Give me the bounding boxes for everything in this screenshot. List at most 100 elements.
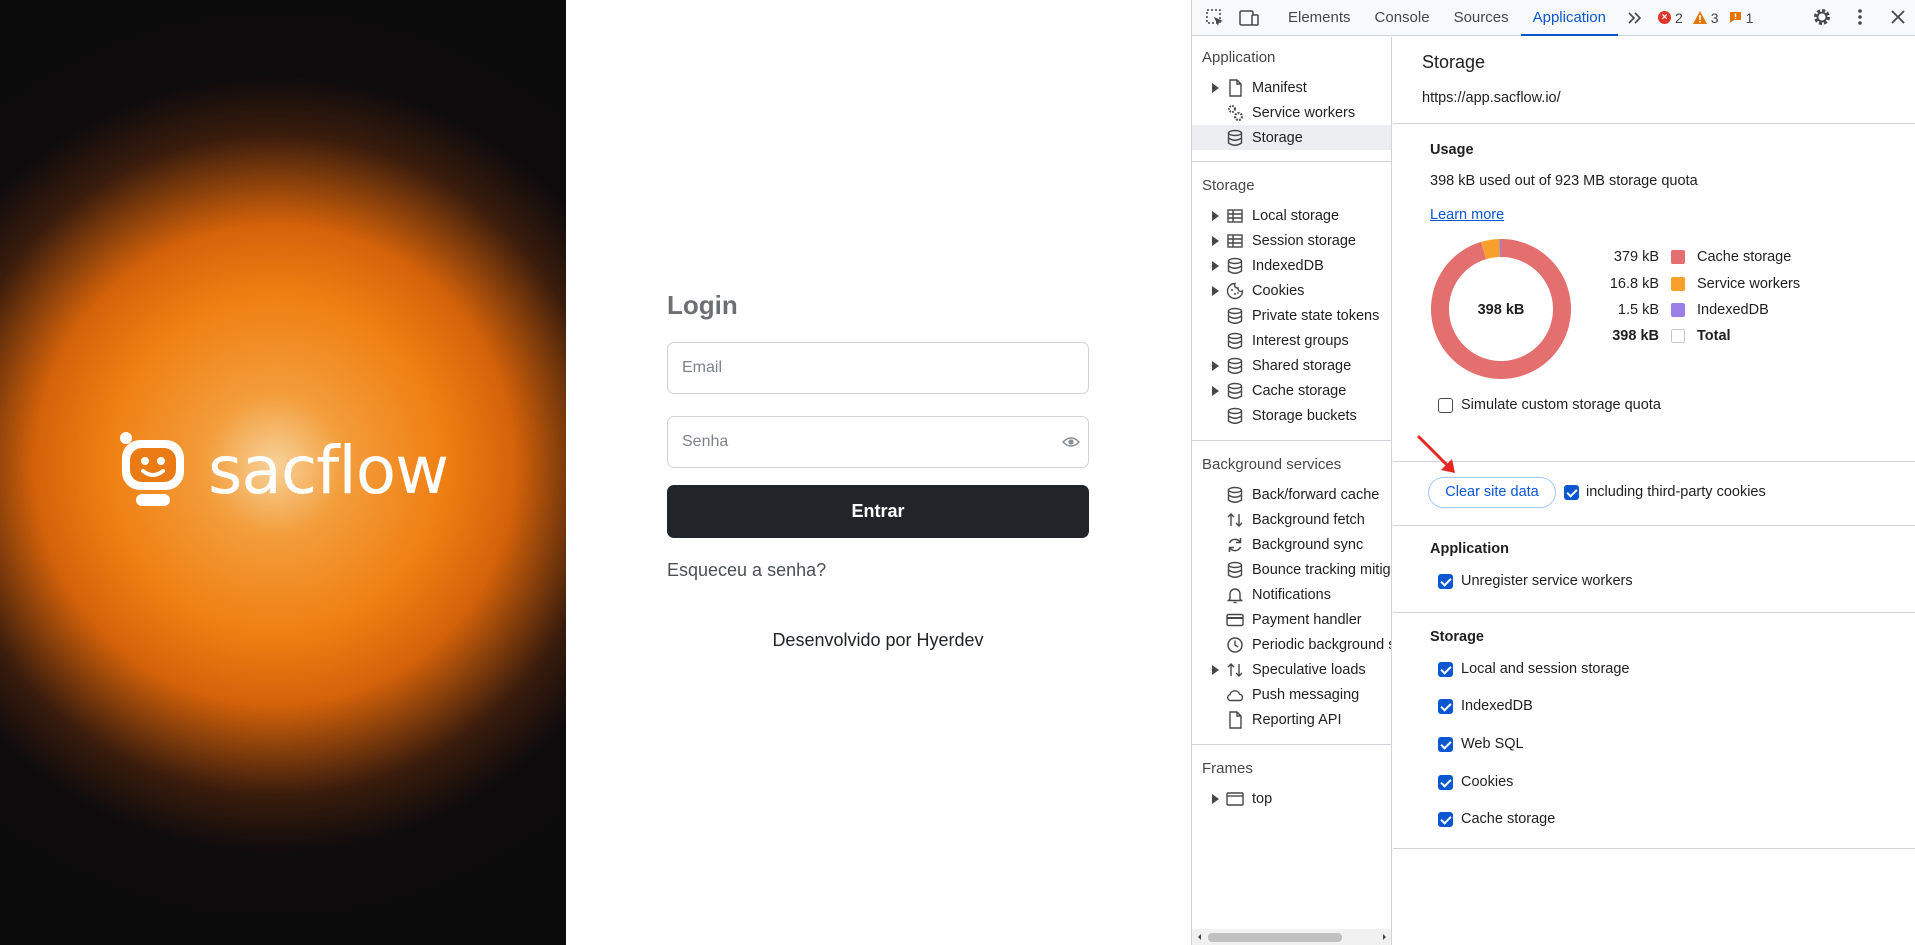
up-down-arrows-icon — [1227, 512, 1243, 527]
sidebar-item-push-messaging[interactable]: Push messaging — [1192, 682, 1391, 707]
sidebar-label: Payment handler — [1252, 611, 1362, 628]
inspect-element-icon[interactable] — [1204, 7, 1226, 29]
sacflow-logo: sacflow — [118, 430, 449, 510]
sidebar-item-speculative-loads[interactable]: Speculative loads — [1192, 657, 1391, 682]
issues-counter[interactable]: 1 — [1729, 10, 1753, 26]
sidebar-item-payment-handler[interactable]: Payment handler — [1192, 607, 1391, 632]
kebab-menu-icon[interactable] — [1850, 7, 1870, 27]
login-title: Login — [667, 290, 738, 320]
sidebar-label: Private state tokens — [1252, 307, 1380, 324]
local-session-storage-checkbox[interactable] — [1438, 662, 1453, 677]
sidebar-label: Background sync — [1252, 536, 1364, 553]
web-sql-label: Web SQL — [1461, 736, 1524, 752]
sidebar-item-bounce-tracking[interactable]: Bounce tracking mitigations — [1192, 557, 1391, 582]
sidebar-label: Notifications — [1252, 586, 1331, 603]
expand-arrow-icon[interactable] — [1212, 360, 1219, 371]
legend-row: 379 kB Cache storage — [1583, 247, 1791, 267]
tab-elements[interactable]: Elements — [1276, 0, 1363, 36]
sidebar-item-storage-buckets[interactable]: Storage buckets — [1192, 403, 1391, 428]
expand-arrow-icon[interactable] — [1212, 82, 1219, 93]
database-icon — [1227, 561, 1243, 578]
error-icon: × — [1658, 11, 1671, 24]
clock-icon — [1227, 636, 1243, 653]
close-icon[interactable] — [1888, 7, 1908, 27]
sidebar-label: Interest groups — [1252, 332, 1349, 349]
sidebar-item-storage[interactable]: Storage — [1192, 125, 1391, 150]
sidebar-item-reporting-api[interactable]: Reporting API — [1192, 707, 1391, 732]
legend-value: 379 kB — [1613, 249, 1659, 265]
indexeddb-label: IndexedDB — [1461, 698, 1533, 714]
warning-counter[interactable]: 3 — [1692, 9, 1719, 26]
unregister-service-workers-label: Unregister service workers — [1461, 573, 1633, 589]
more-tabs-icon[interactable] — [1626, 9, 1644, 27]
learn-more-link[interactable]: Learn more — [1430, 207, 1504, 223]
sidebar-item-back-forward-cache[interactable]: Back/forward cache — [1192, 482, 1391, 507]
third-party-cookies-label: including third-party cookies — [1586, 484, 1766, 500]
web-sql-checkbox[interactable] — [1438, 737, 1453, 752]
gear-icon[interactable] — [1812, 7, 1832, 27]
device-toolbar-icon[interactable] — [1238, 7, 1260, 29]
forgot-password-link[interactable]: Esqueceu a senha? — [667, 560, 826, 581]
page-title: Storage — [1422, 52, 1486, 72]
issues-icon — [1729, 12, 1741, 23]
sidebar-item-cache-storage[interactable]: Cache storage — [1192, 378, 1391, 403]
third-party-cookies-checkbox[interactable] — [1564, 485, 1579, 500]
sidebar-label: Local storage — [1252, 207, 1340, 224]
sidebar-item-interest-groups[interactable]: Interest groups — [1192, 328, 1391, 353]
password-field[interactable]: Senha — [667, 416, 1089, 468]
local-session-storage-label: Local and session storage — [1461, 661, 1630, 677]
sidebar-item-periodic-background-sync[interactable]: Periodic background sync — [1192, 632, 1391, 657]
scrollbar-thumb[interactable] — [1208, 933, 1342, 942]
unregister-service-workers-checkbox[interactable] — [1438, 574, 1453, 589]
sidebar-item-service-workers[interactable]: Service workers — [1192, 100, 1391, 125]
cache-storage-checkbox[interactable] — [1438, 812, 1453, 827]
expand-arrow-icon[interactable] — [1212, 285, 1219, 296]
simulate-quota-checkbox[interactable] — [1438, 398, 1453, 413]
sidebar-item-session-storage[interactable]: Session storage — [1192, 228, 1391, 253]
entrar-button[interactable]: Entrar — [667, 485, 1089, 538]
show-password-icon[interactable] — [1062, 433, 1080, 451]
section-divider — [1393, 123, 1915, 124]
sidebar-item-local-storage[interactable]: Local storage — [1192, 203, 1391, 228]
expand-arrow-icon[interactable] — [1212, 210, 1219, 221]
sidebar-item-shared-storage[interactable]: Shared storage — [1192, 353, 1391, 378]
sidebar-label: Reporting API — [1252, 711, 1342, 728]
sidebar-header-application: Application — [1202, 49, 1276, 66]
sidebar-horizontal-scrollbar[interactable] — [1192, 929, 1391, 945]
sidebar-item-notifications[interactable]: Notifications — [1192, 582, 1391, 607]
sidebar-item-background-fetch[interactable]: Background fetch — [1192, 507, 1391, 532]
tab-sources[interactable]: Sources — [1442, 0, 1521, 36]
legend-value: 16.8 kB — [1609, 276, 1659, 292]
expand-arrow-icon[interactable] — [1212, 664, 1219, 675]
expand-arrow-icon[interactable] — [1212, 793, 1219, 804]
expand-arrow-icon[interactable] — [1212, 235, 1219, 246]
error-counter[interactable]: × 2 — [1658, 10, 1683, 26]
sidebar-item-indexeddb[interactable]: IndexedDB — [1192, 253, 1391, 278]
email-field[interactable]: Email — [667, 342, 1089, 394]
devtools-toolbar: Elements Console Sources Application × 2… — [1192, 0, 1915, 36]
hero-panel: sacflow — [0, 0, 566, 945]
sidebar-item-private-state-tokens[interactable]: Private state tokens — [1192, 303, 1391, 328]
issue-counters[interactable]: × 2 3 1 — [1658, 10, 1753, 26]
cookies-checkbox[interactable] — [1438, 775, 1453, 790]
developer-credit: Desenvolvido por Hyerdev — [772, 630, 984, 650]
sidebar-label: Cache storage — [1252, 382, 1347, 399]
sidebar-item-cookies[interactable]: Cookies — [1192, 278, 1391, 303]
error-count: 2 — [1675, 9, 1683, 26]
cache-storage-label: Cache storage — [1461, 811, 1556, 827]
clear-site-data-button[interactable]: Clear site data — [1428, 477, 1556, 508]
indexeddb-checkbox[interactable] — [1438, 699, 1453, 714]
expand-arrow-icon[interactable] — [1212, 385, 1219, 396]
sidebar-label: Background fetch — [1252, 511, 1365, 528]
sidebar-item-frame-top[interactable]: top — [1192, 786, 1391, 811]
warning-count: 3 — [1710, 9, 1719, 26]
expand-arrow-icon[interactable] — [1212, 260, 1219, 271]
sidebar-item-manifest[interactable]: Manifest — [1192, 75, 1391, 100]
scroll-right-icon[interactable] — [1379, 929, 1389, 945]
legend-label: IndexedDB — [1697, 302, 1769, 318]
tab-console[interactable]: Console — [1363, 0, 1442, 36]
tab-application[interactable]: Application — [1520, 0, 1619, 36]
sidebar-item-background-sync[interactable]: Background sync — [1192, 532, 1391, 557]
sidebar-label: Bounce tracking mitigations — [1252, 561, 1391, 578]
scroll-left-icon[interactable] — [1195, 929, 1205, 945]
